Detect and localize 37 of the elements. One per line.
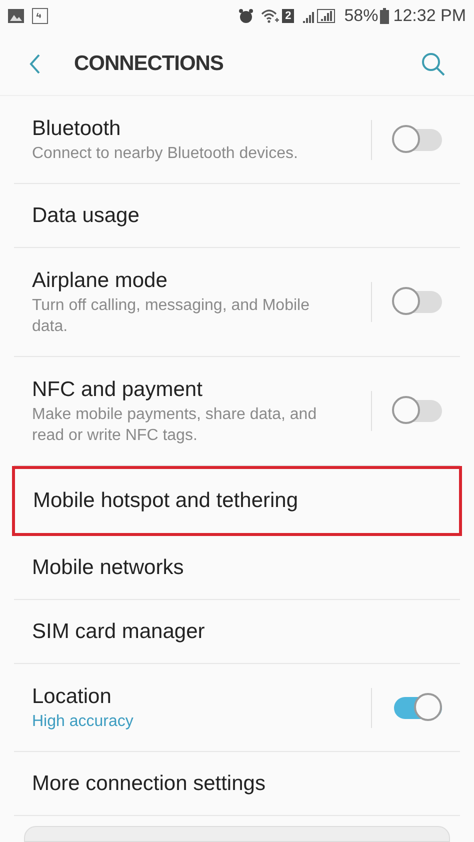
settings-row[interactable]: SIM card manager xyxy=(14,600,460,664)
setting-description: Connect to nearby Bluetooth devices. xyxy=(32,144,299,164)
screen-title: CONNECTIONS xyxy=(74,50,224,77)
setting-description: High accuracy xyxy=(32,712,134,732)
settings-row[interactable]: Mobile networks xyxy=(14,536,460,600)
settings-row[interactable]: Location High accuracy xyxy=(14,664,460,752)
clock: 12:32 PM xyxy=(393,5,466,28)
notification-icon xyxy=(32,8,48,24)
settings-row[interactable]: Mobile hotspot and tethering xyxy=(12,466,462,536)
setting-title: More connection settings xyxy=(32,770,266,796)
setting-title: Mobile networks xyxy=(32,554,185,580)
setting-title: Airplane mode xyxy=(32,268,168,294)
alarm-icon xyxy=(238,8,254,24)
toggle-switch[interactable] xyxy=(392,287,442,317)
battery-percent: 58% xyxy=(344,5,378,28)
setting-description: Turn off calling, messaging, and Mobile data. xyxy=(32,296,310,337)
wifi-icon xyxy=(260,8,280,24)
setting-title: Location xyxy=(32,684,112,710)
sim-badge: 2 xyxy=(282,9,294,23)
settings-row[interactable]: NFC and payment Make mobile payments, share data, and read or write NFC tags. xyxy=(14,357,460,466)
setting-description: Make mobile payments, share data, and read or write NFC tags. xyxy=(32,405,318,446)
toggle-switch[interactable] xyxy=(392,692,442,722)
settings-row[interactable]: More connection settings xyxy=(14,752,460,816)
setting-title: Mobile hotspot and tethering xyxy=(33,488,300,514)
toggle-switch[interactable] xyxy=(392,124,442,154)
battery-icon xyxy=(380,8,390,24)
settings-row[interactable]: Airplane mode Turn off calling, messaging, and Mobile data. xyxy=(14,248,460,357)
setting-title: Bluetooth xyxy=(32,116,122,142)
setting-title: Data usage xyxy=(32,202,140,228)
setting-title: SIM card manager xyxy=(32,618,206,644)
back-button[interactable] xyxy=(28,52,42,74)
toggle-switch[interactable] xyxy=(392,396,442,426)
settings-row[interactable]: Bluetooth Connect to nearby Bluetooth devices. xyxy=(14,96,460,184)
settings-row[interactable]: Data usage xyxy=(14,184,460,248)
search-icon[interactable] xyxy=(420,50,446,76)
setting-title: NFC and payment xyxy=(32,377,204,403)
image-icon xyxy=(8,9,24,23)
